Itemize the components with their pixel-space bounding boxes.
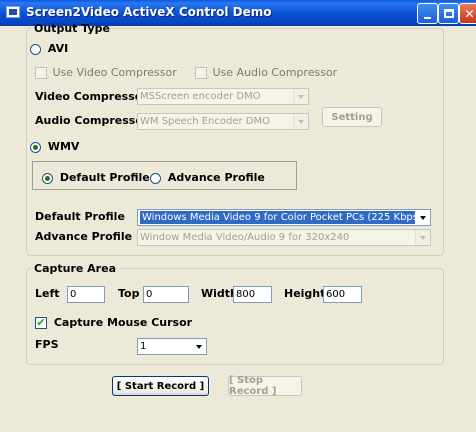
- avi-radio[interactable]: AVI: [30, 42, 68, 55]
- minimize-icon: [424, 16, 431, 19]
- advance-profile-value: Window Media Video/Audio 9 for 320x240: [140, 232, 350, 243]
- default-profile-radio-label: Default Profile: [59, 171, 150, 184]
- use-video-compressor-box[interactable]: [35, 67, 47, 79]
- top-input[interactable]: 0: [143, 286, 189, 303]
- chevron-down-icon[interactable]: [293, 89, 308, 104]
- left-input[interactable]: 0: [67, 286, 105, 303]
- output-type-legend: Output Type: [34, 22, 110, 35]
- default-profile-select[interactable]: Windows Media Video 9 for Color Pocket P…: [137, 209, 431, 226]
- video-compressor-select[interactable]: MSScreen encoder DMO: [137, 88, 309, 105]
- wmv-radio-circle[interactable]: [30, 141, 41, 153]
- stop-record-button[interactable]: [ Stop Record ]: [228, 375, 302, 397]
- maximize-button[interactable]: [438, 3, 459, 24]
- default-profile-value: Windows Media Video 9 for Color Pocket P…: [140, 211, 424, 224]
- use-audio-compressor-label: Use Audio Compressor: [212, 66, 338, 79]
- height-input[interactable]: 600: [323, 286, 362, 303]
- height-label: Height: [284, 287, 326, 300]
- window-title: Screen2Video ActiveX Control Demo: [26, 5, 272, 19]
- close-icon: ✕: [464, 6, 475, 21]
- chevron-down-icon[interactable]: [191, 339, 206, 354]
- setting-button[interactable]: Setting: [322, 107, 382, 127]
- capture-cursor-label: Capture Mouse Cursor: [53, 316, 193, 329]
- avi-label: AVI: [47, 42, 69, 55]
- wmv-radio[interactable]: WMV: [30, 140, 79, 153]
- default-profile-radio-circle[interactable]: [42, 172, 53, 184]
- top-label: Top: [118, 287, 140, 300]
- audio-compressor-select[interactable]: WM Speech Encoder DMO: [137, 113, 309, 130]
- capture-area-legend: Capture Area: [34, 262, 116, 275]
- use-audio-compressor-checkbox[interactable]: Use Audio Compressor: [195, 66, 337, 79]
- close-button[interactable]: ✕: [459, 3, 476, 24]
- use-video-compressor-checkbox[interactable]: Use Video Compressor: [35, 66, 177, 79]
- start-record-button[interactable]: [ Start Record ]: [112, 376, 209, 396]
- minimize-button[interactable]: [417, 3, 438, 24]
- chevron-down-icon[interactable]: [415, 210, 430, 225]
- width-input[interactable]: 800: [233, 286, 272, 303]
- wmv-label: WMV: [47, 140, 80, 153]
- advance-profile-radio-label: Advance Profile: [167, 171, 265, 184]
- capture-cursor-checkbox[interactable]: ✔ Capture Mouse Cursor: [35, 316, 192, 329]
- fps-value: 1: [140, 341, 147, 352]
- capture-cursor-box[interactable]: ✔: [35, 317, 47, 329]
- use-audio-compressor-box[interactable]: [195, 67, 207, 79]
- audio-compressor-value: WM Speech Encoder DMO: [140, 116, 270, 127]
- advance-profile-select[interactable]: Window Media Video/Audio 9 for 320x240: [137, 229, 431, 246]
- audio-compressor-label: Audio Compressor: [35, 114, 149, 127]
- video-compressor-label: Video Compressor: [35, 90, 148, 103]
- maximize-icon: [443, 9, 454, 18]
- app-icon: [6, 6, 20, 18]
- left-label: Left: [35, 287, 60, 300]
- fps-select[interactable]: 1: [137, 338, 207, 355]
- default-profile-label: Default Profile: [35, 210, 125, 223]
- default-profile-radio[interactable]: Default Profile: [42, 171, 150, 184]
- advance-profile-radio[interactable]: Advance Profile: [150, 171, 265, 184]
- video-compressor-value: MSScreen encoder DMO: [140, 91, 261, 102]
- fps-label: FPS: [35, 338, 59, 351]
- advance-profile-radio-circle[interactable]: [150, 172, 161, 184]
- chevron-down-icon[interactable]: [293, 114, 308, 129]
- capture-area-group: Capture Area: [26, 262, 444, 365]
- advance-profile-label: Advance Profile: [35, 230, 133, 243]
- chevron-down-icon[interactable]: [415, 230, 430, 245]
- avi-radio-circle[interactable]: [30, 43, 41, 55]
- use-video-compressor-label: Use Video Compressor: [52, 66, 177, 79]
